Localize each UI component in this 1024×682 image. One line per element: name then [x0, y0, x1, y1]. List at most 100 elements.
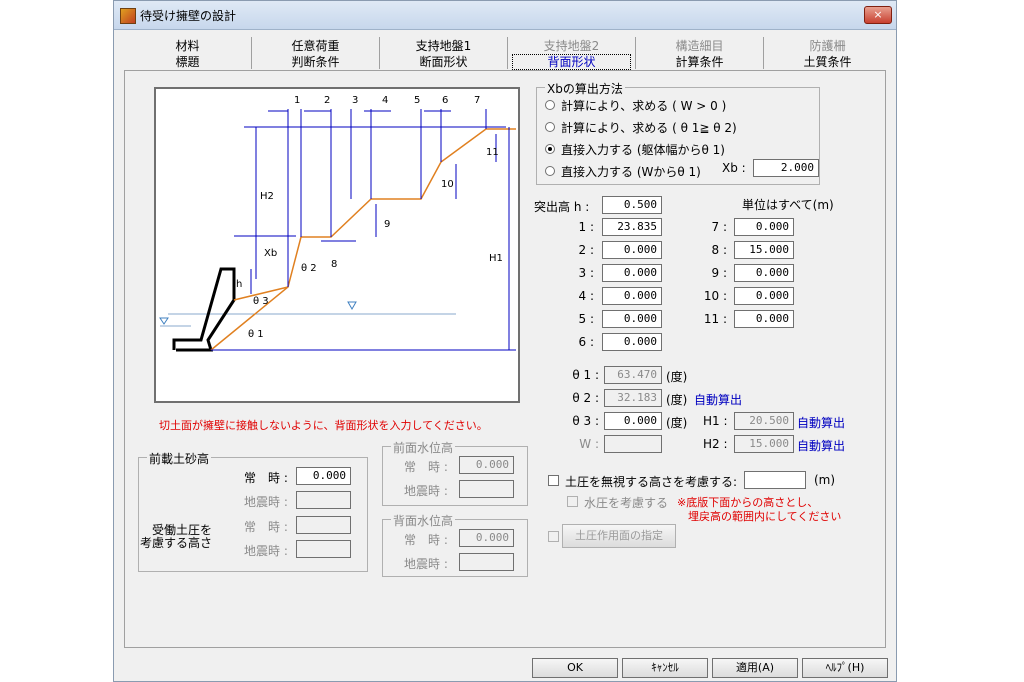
tab-ground-2[interactable]: 支持地盤2	[508, 39, 635, 53]
tab-structure-detail[interactable]: 構造細目	[636, 39, 763, 53]
H2-label: H2 :	[703, 437, 728, 451]
theta1-unit: (度)	[666, 370, 688, 384]
front-water-quake-label: 地震時 :	[404, 484, 448, 498]
front-water-normal-input[interactable]: 0.000	[459, 456, 514, 474]
xb-option-2-label[interactable]: 計算により、求める ( θ 1≧ θ 2)	[561, 119, 737, 136]
step-3-input[interactable]: 0.000	[602, 264, 662, 282]
front-water-quake-input[interactable]	[459, 480, 514, 498]
xb-option-3-label[interactable]: 直接入力する (躯体幅からθ 1)	[561, 141, 725, 158]
step-4-label: 4 :	[578, 289, 595, 303]
theta2-label: θ 2 :	[572, 391, 599, 405]
front-water-normal-label: 常 時 :	[404, 460, 448, 474]
tab-back-shape[interactable]: 背面形状	[512, 54, 631, 70]
dim-label-6: 6	[442, 95, 448, 106]
dim-label-11: 11	[486, 147, 499, 158]
tab-soil-conditions[interactable]: 土質条件	[764, 55, 891, 69]
step-3-label: 3 :	[578, 266, 595, 280]
dim-label-3: 3	[352, 95, 358, 106]
water-marker-icon	[159, 317, 169, 325]
step-9-input[interactable]: 0.000	[734, 264, 794, 282]
dim-label-Xb: Xb	[264, 248, 277, 259]
step-9-label: 9 :	[711, 266, 728, 280]
step-2-input[interactable]: 0.000	[602, 241, 662, 259]
theta3-input[interactable]: 0.000	[604, 412, 662, 430]
water-pressure-label[interactable]: 水圧を考慮する	[584, 494, 668, 511]
soil-face-checkbox[interactable]	[548, 531, 559, 542]
step-8-label: 8 :	[711, 243, 728, 257]
theta1-input[interactable]: 63.470	[604, 366, 662, 384]
xb-option-4-radio[interactable]	[545, 166, 555, 176]
step-6-input[interactable]: 0.000	[602, 333, 662, 351]
front-soil-title: 前載土砂高	[147, 450, 212, 467]
close-button[interactable]: ×	[864, 6, 892, 24]
tab-ground-1[interactable]: 支持地盤1	[380, 39, 507, 53]
theta1-label: θ 1 :	[572, 368, 599, 382]
dim-label-h: h	[236, 279, 242, 290]
tab-section-shape[interactable]: 断面形状	[380, 55, 507, 69]
tab-guard-fence[interactable]: 防護柵	[764, 39, 891, 53]
app-icon	[120, 8, 136, 24]
step-11-label: 11 :	[703, 312, 727, 326]
dim-label-5: 5	[414, 95, 420, 106]
passive-quake-input[interactable]	[296, 540, 351, 558]
height-input[interactable]: 0.500	[602, 196, 662, 214]
step-1-label: 1 :	[578, 220, 595, 234]
w-input[interactable]	[604, 435, 662, 453]
passive-normal-label: 常 時 :	[244, 520, 288, 534]
ignore-soil-input[interactable]	[744, 471, 806, 489]
ignore-soil-unit: (m)	[814, 473, 836, 487]
dialog-window: 待受け擁壁の設計 × 材料 任意荷重 支持地盤1 支持地盤2 構造細目 防護柵 …	[113, 0, 897, 682]
step-5-input[interactable]: 0.000	[602, 310, 662, 328]
cancel-button[interactable]: ｷｬﾝｾﾙ	[622, 658, 708, 678]
tab-calc-conditions[interactable]: 計算条件	[636, 55, 763, 69]
front-soil-normal-input[interactable]: 0.000	[296, 467, 351, 485]
water-pressure-checkbox[interactable]	[567, 496, 578, 507]
tab-materials[interactable]: 材料	[124, 39, 251, 53]
step-1-input[interactable]: 23.835	[602, 218, 662, 236]
xb-option-1-radio[interactable]	[545, 100, 555, 110]
xb-label: Xb :	[722, 161, 746, 175]
dim-label-2: 2	[324, 95, 330, 106]
water-marker-icon	[347, 301, 357, 311]
soil-face-button[interactable]: 土圧作用面の指定	[562, 524, 676, 548]
tab-judgment[interactable]: 判断条件	[252, 55, 379, 69]
step-10-input[interactable]: 0.000	[734, 287, 794, 305]
H1-input[interactable]: 20.500	[734, 412, 794, 430]
xb-option-4-label[interactable]: 直接入力する (Wからθ 1)	[561, 163, 701, 180]
xb-option-3-radio[interactable]	[545, 144, 555, 154]
step-5-label: 5 :	[578, 312, 595, 326]
angle-label-theta1: θ 1	[248, 329, 264, 340]
H1-label: H1 :	[703, 414, 728, 428]
theta3-label: θ 3 :	[572, 414, 599, 428]
ok-button[interactable]: OK	[532, 658, 618, 678]
theta2-input[interactable]: 32.183	[604, 389, 662, 407]
apply-button[interactable]: 適用(A)	[712, 658, 798, 678]
step-11-input[interactable]: 0.000	[734, 310, 794, 328]
xb-option-2-radio[interactable]	[545, 122, 555, 132]
tab-title[interactable]: 標題	[124, 55, 251, 69]
xb-option-1-label[interactable]: 計算により、求める ( W > 0 )	[561, 97, 726, 114]
dim-label-H2: H2	[260, 191, 274, 202]
w-label: W :	[579, 437, 599, 451]
xb-input[interactable]: 2.000	[753, 159, 819, 177]
step-8-input[interactable]: 15.000	[734, 241, 794, 259]
H2-input[interactable]: 15.000	[734, 435, 794, 453]
step-10-label: 10 :	[703, 289, 727, 303]
back-water-normal-input[interactable]: 0.000	[459, 529, 514, 547]
back-water-quake-input[interactable]	[459, 553, 514, 571]
help-button[interactable]: ﾍﾙﾌﾟ(H)	[802, 658, 888, 678]
H2-auto-label: 自動算出	[797, 439, 846, 453]
tab-arbitrary-load[interactable]: 任意荷重	[252, 39, 379, 53]
tab-divider	[507, 37, 508, 69]
passive-normal-input[interactable]	[296, 516, 351, 534]
theta2-auto-label: 自動算出	[694, 393, 743, 407]
xb-method-title: Xbの算出方法	[545, 80, 625, 97]
step-4-input[interactable]: 0.000	[602, 287, 662, 305]
title-bar: 待受け擁壁の設計 ×	[114, 1, 896, 30]
ignore-soil-checkbox[interactable]	[548, 475, 559, 486]
step-7-input[interactable]: 0.000	[734, 218, 794, 236]
front-soil-quake-input[interactable]	[296, 491, 351, 509]
front-soil-quake-label: 地震時 :	[244, 495, 288, 509]
dim-label-1: 1	[294, 95, 300, 106]
ignore-soil-label[interactable]: 土圧を無視する高さを考慮する:	[565, 473, 737, 490]
